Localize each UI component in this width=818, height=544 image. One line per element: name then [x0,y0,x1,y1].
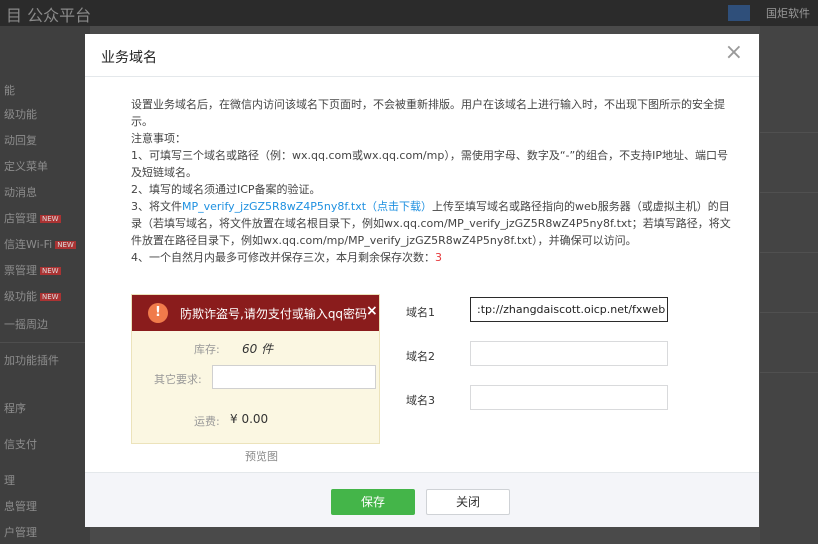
domain-1-label: 域名1 [406,306,435,319]
note-1: 1、可填写三个域名或路径（例：wx.qq.com或wx.qq.com/mp），需… [131,149,729,179]
row-divider [760,252,818,253]
sidebar-item[interactable]: 票管理 NEW [4,262,61,278]
new-badge: NEW [55,241,76,249]
verify-file-link[interactable]: MP_verify_jzGZ5R8wZ4P5ny8f.txt [182,200,366,213]
account-logo-icon [728,5,750,21]
note-4-text: 4、一个自然月内最多可修改并保存三次，本月剩余保存次数： [131,251,435,264]
download-link[interactable]: （点击下载） [366,200,432,213]
sidebar-item[interactable]: 加功能插件 [4,352,59,368]
other-requirements-input [212,365,376,389]
sidebar-item[interactable]: 能 [4,82,15,98]
intro-text: 设置业务域名后，在微信内访问该域名下页面时，不会被重新排版。用户在该域名上进行输… [131,98,725,128]
new-badge: NEW [40,267,61,275]
save-button[interactable]: 保存 [331,489,415,515]
note-3-prefix: 3、将文件 [131,200,182,213]
domain-3-input[interactable] [470,385,668,410]
stock-value: 60 件 [242,342,274,356]
sidebar-item[interactable]: 店管理 NEW [4,210,61,226]
note-2: 2、填写的域名须通过ICP备案的验证。 [131,183,321,196]
close-button[interactable]: 关闭 [426,489,510,515]
sidebar-item[interactable]: 动回复 [4,132,37,148]
sidebar-item-label: 店管理 [4,212,37,225]
sidebar-item[interactable]: 信连Wi-Fi NEW [4,236,76,252]
new-badge: NEW [40,293,61,301]
sidebar-item[interactable]: 定义菜单 [4,158,48,174]
security-warning-banner: ! 防欺诈盗号,请勿支付或输入qq密码 × [132,295,379,331]
warning-text: 防欺诈盗号,请勿支付或输入qq密码 [180,307,368,321]
row-divider [760,312,818,313]
dialog-footer: 保存 关闭 [85,472,759,527]
note-4: 4、一个自然月内最多可修改并保存三次，本月剩余保存次数：3 [131,249,731,266]
sidebar-item[interactable]: 级功能 NEW [4,288,61,304]
app-topbar: 目 公众平台 国炬软件 [0,0,818,26]
sidebar-item[interactable]: 级功能 [4,106,37,122]
sidebar-item[interactable]: 动消息 [4,184,37,200]
sidebar-item-label: 票管理 [4,264,37,277]
sidebar-divider [0,342,90,343]
sidebar-item-label: 信连Wi-Fi [4,238,53,251]
notes-heading: 注意事项： [131,132,186,145]
new-badge: NEW [40,215,61,223]
sidebar-item[interactable]: 理 [4,472,15,488]
sidebar-item[interactable]: 户管理 [4,524,37,540]
domain-3-label: 域名3 [406,394,435,407]
instructions: 设置业务域名后，在微信内访问该域名下页面时，不会被重新排版。用户在该域名上进行输… [131,96,731,266]
row-divider [760,372,818,373]
stock-label: 库存: [194,343,220,356]
close-icon[interactable]: × [725,40,743,65]
remaining-count: 3 [435,251,442,264]
sidebar-item[interactable]: 一摇周边 [4,316,48,332]
sidebar-item[interactable]: 程序 [4,400,26,416]
sidebar: 能 级功能 动回复 定义菜单 动消息 店管理 NEW 信连Wi-Fi NEW 票管理… [0,26,90,544]
note-3: 3、将文件MP_verify_jzGZ5R8wZ4P5ny8f.txt（点击下载… [131,198,731,249]
sidebar-item-label: 级功能 [4,290,37,303]
domain-1-value: :tp://zhangdaiscott.oicp.net/fxweb [477,303,666,316]
account-name[interactable]: 国炬软件 [766,5,810,21]
app-title: 目 公众平台 [6,6,92,25]
domain-2-input[interactable] [470,341,668,366]
sidebar-item[interactable]: 信支付 [4,436,37,452]
row-divider [760,192,818,193]
warning-icon: ! [148,303,168,323]
business-domain-dialog: 业务域名 × 设置业务域名后，在微信内访问该域名下页面时，不会被重新排版。用户在… [85,34,759,527]
shipping-label: 运费: [194,415,220,428]
dialog-header: 业务域名 × [85,34,759,77]
background-content [760,26,818,544]
dialog-title: 业务域名 [101,50,157,66]
shipping-value: ¥ 0.00 [230,412,269,426]
close-icon: × [366,303,378,319]
sidebar-item[interactable]: 息管理 [4,498,37,514]
domain-1-input[interactable]: :tp://zhangdaiscott.oicp.net/fxweb [470,297,668,322]
preview-image: ! 防欺诈盗号,请勿支付或输入qq密码 × 库存: 60 件 其它要求: 运费:… [131,294,380,444]
domain-2-label: 域名2 [406,350,435,363]
preview-caption: 预览图 [245,450,278,463]
other-requirements-label: 其它要求: [154,373,202,386]
row-divider [760,132,818,133]
